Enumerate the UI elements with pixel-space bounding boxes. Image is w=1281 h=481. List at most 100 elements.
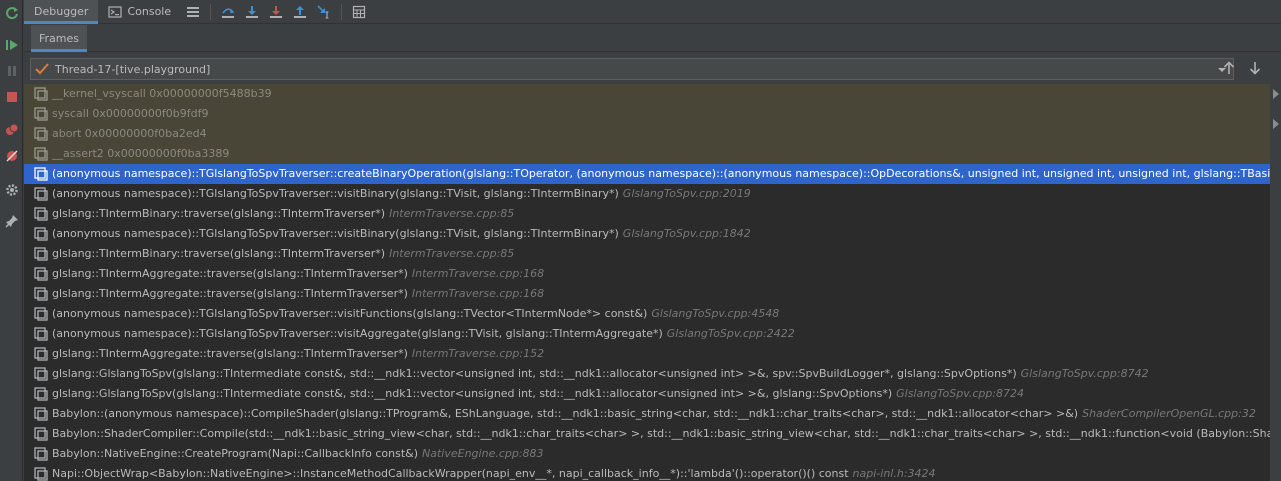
frame-row[interactable]: glslang::TIntermBinary::traverse(glslang… (24, 204, 1270, 224)
frame-row[interactable]: Babylon::NativeEngine::CreateProgram(Nap… (24, 444, 1270, 464)
frame-function: glslang::TIntermBinary::traverse(glslang… (52, 207, 386, 220)
step-into-icon[interactable] (240, 0, 264, 24)
frame-row[interactable]: Babylon::(anonymous namespace)::CompileS… (24, 404, 1270, 424)
stack-frame-icon (34, 267, 48, 281)
stack-frame-icon (34, 447, 48, 461)
stop-icon[interactable] (3, 88, 20, 105)
frame-function: __kernel_vsyscall 0x00000000f5488b39 (52, 87, 272, 100)
frame-row[interactable]: glslang::TIntermBinary::traverse(glslang… (24, 244, 1270, 264)
settings-icon[interactable] (3, 181, 20, 198)
step-out-icon[interactable] (288, 0, 312, 24)
frame-row[interactable]: (anonymous namespace)::TGlslangToSpvTrav… (24, 164, 1270, 184)
frames-scrollbar[interactable] (1270, 84, 1281, 481)
frame-location: GlslangToSpv.cpp:2019 (622, 187, 751, 200)
frame-location: ShaderCompilerOpenGL.cpp:32 (1082, 407, 1256, 420)
step-over-icon[interactable] (216, 0, 240, 24)
tab-frames[interactable]: Frames (31, 25, 88, 52)
next-frame-button[interactable] (1246, 59, 1264, 77)
frame-row[interactable]: (anonymous namespace)::TGlslangToSpvTrav… (24, 184, 1270, 204)
pause-icon[interactable] (3, 62, 20, 79)
frame-function: glslang::TIntermAggregate::traverse(glsl… (52, 287, 408, 300)
toolbar-separator (341, 3, 343, 20)
frame-row[interactable]: glslang::TIntermAggregate::traverse(glsl… (24, 284, 1270, 304)
stack-frame-icon (34, 427, 48, 441)
frame-function: (anonymous namespace)::TGlslangToSpvTrav… (52, 227, 619, 240)
stack-frame-icon (34, 387, 48, 401)
frame-function: (anonymous namespace)::TGlslangToSpvTrav… (52, 307, 648, 320)
frame-row[interactable]: Babylon::ShaderCompiler::Compile(std::__… (24, 424, 1270, 444)
frame-location: GlslangToSpv.cpp:8742 (1020, 367, 1149, 380)
stack-frame-icon (34, 87, 48, 101)
previous-frame-button[interactable] (1220, 59, 1238, 77)
frame-function: glslang::TIntermAggregate::traverse(glsl… (52, 267, 408, 280)
frame-function: glslang::GlslangToSpv(glslang::TIntermed… (52, 387, 893, 400)
tab-console[interactable]: Console (98, 0, 181, 24)
tab-debugger-label: Debugger (34, 5, 89, 18)
frame-row[interactable]: abort 0x00000000f0ba2ed4 (24, 124, 1270, 144)
frame-function: (anonymous namespace)::TGlslangToSpvTrav… (52, 327, 663, 340)
frames-list[interactable]: __kernel_vsyscall 0x00000000f5488b39 sysc… (24, 84, 1270, 481)
stack-frame-icon (34, 247, 48, 261)
frame-function: glslang::TIntermBinary::traverse(glslang… (52, 247, 386, 260)
frame-function: Babylon::NativeEngine::CreateProgram(Nap… (52, 447, 419, 460)
force-step-into-icon[interactable] (264, 0, 288, 24)
stack-frame-icon (34, 107, 48, 121)
frame-location: GlslangToSpv.cpp:8724 (896, 387, 1025, 400)
frame-row[interactable]: __kernel_vsyscall 0x00000000f5488b39 (24, 84, 1270, 104)
scroll-marker (1273, 119, 1279, 129)
frame-row[interactable]: (anonymous namespace)::TGlslangToSpvTrav… (24, 224, 1270, 244)
stack-frame-icon (34, 407, 48, 421)
pin-icon[interactable] (3, 212, 20, 229)
stack-frame-icon (34, 327, 48, 341)
stack-frame-icon (34, 367, 48, 381)
thread-dropdown[interactable]: Thread-17-[tive.playground] (30, 58, 1234, 80)
view-breakpoints-icon[interactable] (3, 121, 20, 138)
frame-row[interactable]: glslang::TIntermAggregate::traverse(glsl… (24, 264, 1270, 284)
console-icon (108, 5, 123, 19)
frame-location: GlslangToSpv.cpp:2422 (666, 327, 795, 340)
checkmark-icon (35, 62, 51, 76)
frame-function: abort 0x00000000f0ba2ed4 (52, 127, 207, 140)
evaluate-expression-icon[interactable] (347, 0, 371, 24)
stack-frame-icon (34, 147, 48, 161)
stack-frame-icon (34, 347, 48, 361)
frame-function: Babylon::(anonymous namespace)::CompileS… (52, 407, 1079, 420)
frame-function: Babylon::ShaderCompiler::Compile(std::__… (52, 427, 1270, 440)
stack-frame-icon (34, 167, 48, 181)
stack-frame-icon (34, 307, 48, 321)
rerun-icon[interactable] (3, 4, 20, 21)
frame-location: GlslangToSpv.cpp:4548 (651, 307, 780, 320)
frame-row[interactable]: glslang::TIntermAggregate::traverse(glsl… (24, 344, 1270, 364)
frame-function: glslang::TIntermAggregate::traverse(glsl… (52, 347, 408, 360)
tab-console-label: Console (127, 5, 172, 18)
frame-row[interactable]: (anonymous namespace)::TGlslangToSpvTrav… (24, 324, 1270, 344)
frame-function: __assert2 0x00000000f0ba3389 (52, 147, 230, 160)
arrow-up-icon (1223, 61, 1235, 74)
frame-function: (anonymous namespace)::TGlslangToSpvTrav… (52, 167, 1270, 180)
stack-frame-icon (34, 287, 48, 301)
frame-location: GlslangToSpv.cpp:1842 (622, 227, 751, 240)
scroll-marker (1273, 89, 1279, 99)
run-to-cursor-icon[interactable] (312, 0, 336, 24)
resume-icon[interactable] (3, 36, 20, 53)
frame-location: IntermTraverse.cpp:168 (411, 267, 545, 280)
debugger-toolbar: Debugger Console (24, 0, 1281, 24)
frame-row[interactable]: (anonymous namespace)::TGlslangToSpvTrav… (24, 304, 1270, 324)
frame-row[interactable]: __assert2 0x00000000f0ba3389 (24, 144, 1270, 164)
frame-function: Napi::ObjectWrap<Babylon::NativeEngine>:… (52, 467, 849, 480)
frame-row[interactable]: syscall 0x00000000f0b9fdf9 (24, 104, 1270, 124)
arrow-down-icon (1249, 62, 1261, 75)
frame-row[interactable]: glslang::GlslangToSpv(glslang::TIntermed… (24, 364, 1270, 384)
debugger-subtabs: Frames (24, 25, 1281, 52)
frame-row[interactable]: Napi::ObjectWrap<Babylon::NativeEngine>:… (24, 464, 1270, 481)
thread-dropdown-value: Thread-17-[tive.playground] (55, 62, 211, 76)
frame-row[interactable]: glslang::GlslangToSpv(glslang::TIntermed… (24, 384, 1270, 404)
menu-icon[interactable] (181, 0, 205, 24)
frame-location: IntermTraverse.cpp:85 (389, 247, 515, 260)
frame-location: IntermTraverse.cpp:152 (411, 347, 545, 360)
stack-frame-icon (34, 467, 48, 481)
mute-breakpoints-icon[interactable] (3, 147, 20, 164)
frame-function: glslang::GlslangToSpv(glslang::TIntermed… (52, 367, 1017, 380)
tab-debugger[interactable]: Debugger (24, 0, 99, 24)
frame-location: napi-inl.h:3424 (852, 467, 936, 480)
